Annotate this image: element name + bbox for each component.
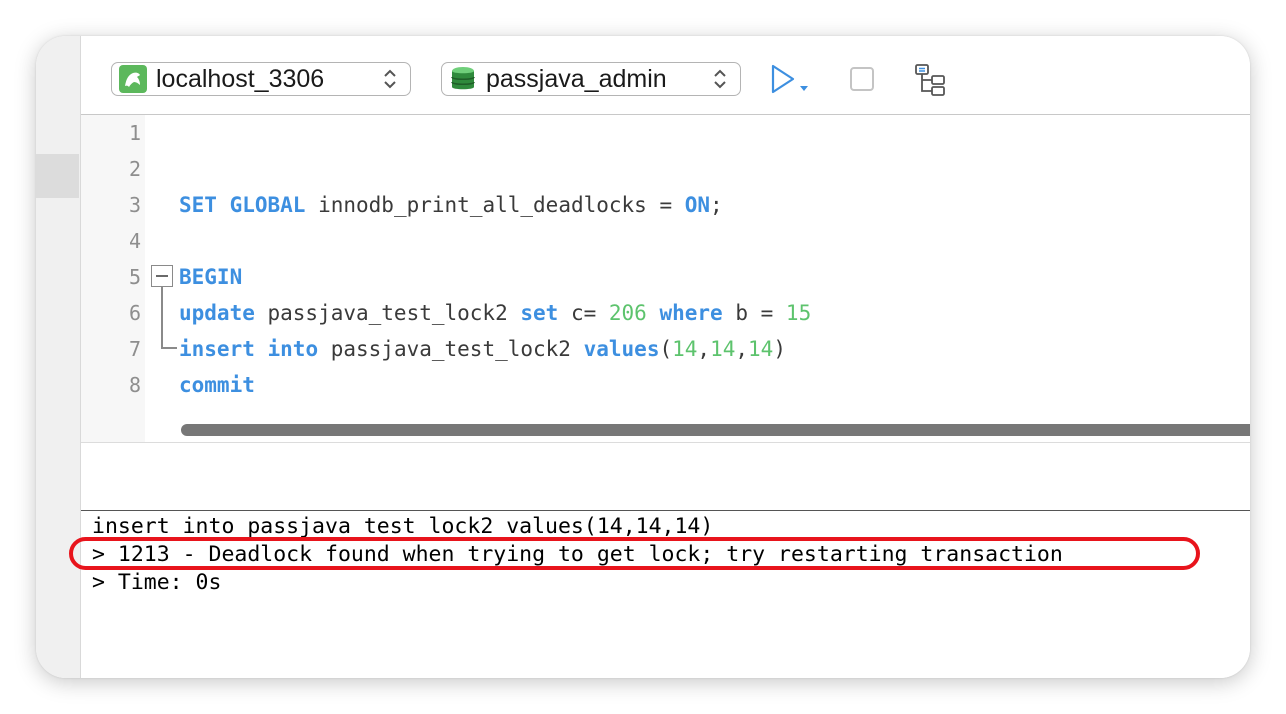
explain-tree-icon [915, 64, 945, 96]
database-cylinder-icon [449, 65, 477, 93]
line-number: 3 [128, 193, 141, 217]
line-number: 5 [128, 265, 141, 289]
sql-keyword: commit [179, 373, 255, 397]
code-line: commit [179, 373, 255, 397]
stop-button[interactable] [849, 66, 875, 92]
message-time: > Time: 0s [92, 570, 222, 595]
chevron-updown-icon [382, 66, 400, 92]
sql-text: passjava_test_lock2 [254, 301, 521, 325]
sql-editor-window: localhost_3306 passjava_admin 1 2 3 4 5 … [36, 36, 1250, 678]
sql-number: 14 [672, 337, 698, 361]
connection-select[interactable]: localhost_3306 [111, 62, 411, 96]
code-line: update passjava_test_lock2 set c= 206 wh… [179, 301, 811, 325]
sql-text: b = [722, 301, 786, 325]
stop-icon [850, 67, 874, 91]
code-line: BEGIN [179, 265, 242, 289]
message-panel: insert into passjava_test_lock2 values(1… [69, 511, 1250, 678]
sql-number: 206 [608, 301, 647, 325]
pane-splitter[interactable] [81, 443, 1250, 510]
explain-button[interactable] [913, 62, 949, 98]
fold-guide [161, 287, 163, 349]
code-line: insert into passjava_test_lock2 values(1… [179, 337, 786, 361]
fold-toggle[interactable] [151, 265, 173, 287]
sql-text: c= [558, 301, 609, 325]
database-label: passjava_admin [486, 64, 667, 93]
line-number: 4 [128, 229, 141, 253]
sql-text: , [735, 337, 749, 361]
sql-keyword: into [267, 337, 319, 361]
line-number: 6 [128, 301, 141, 325]
sql-keyword: GLOBAL [229, 193, 306, 217]
sql-text: ) [773, 337, 786, 361]
sql-keyword: where [659, 301, 723, 325]
rail-selected-item[interactable] [36, 154, 79, 198]
sql-keyword: insert [179, 337, 255, 361]
line-number: 2 [128, 157, 141, 181]
sql-editor[interactable]: 1 2 3 4 5 6 7 8 SET GLOBAL innodb_print_… [81, 115, 1250, 442]
horizontal-scrollbar[interactable] [181, 424, 1250, 436]
mysql-dolphin-icon [119, 65, 147, 93]
play-icon [771, 64, 808, 94]
sql-keyword: set [520, 301, 559, 325]
sql-keyword: SET [179, 193, 217, 217]
database-select[interactable]: passjava_admin [441, 62, 741, 96]
line-number: 8 [128, 373, 141, 397]
error-highlight-ring [69, 537, 1200, 570]
connection-label: localhost_3306 [156, 64, 325, 93]
query-toolbar: localhost_3306 passjava_admin [81, 36, 1250, 115]
sql-number: 14 [710, 337, 736, 361]
run-button[interactable] [769, 62, 815, 98]
line-number: 7 [128, 337, 141, 361]
sql-number: 14 [748, 337, 774, 361]
sql-text: ( [659, 337, 673, 361]
line-number: 1 [128, 121, 141, 145]
left-rail [36, 36, 81, 678]
sql-text: passjava_test_lock2 [318, 337, 584, 361]
sql-keyword: ON [684, 193, 711, 217]
code-line: SET GLOBAL innodb_print_all_deadlocks = … [179, 193, 723, 217]
sql-text: , [697, 337, 711, 361]
sql-keyword: update [179, 301, 255, 325]
chevron-updown-icon [712, 66, 730, 92]
sql-keyword: BEGIN [179, 265, 243, 289]
sql-text: ; [710, 193, 723, 217]
line-number-gutter: 1 2 3 4 5 6 7 8 [81, 115, 145, 442]
fold-guide-end [161, 347, 177, 349]
sql-keyword: values [583, 337, 660, 361]
sql-number: 15 [785, 301, 812, 325]
sql-text: innodb_print_all_deadlocks = [305, 193, 685, 217]
